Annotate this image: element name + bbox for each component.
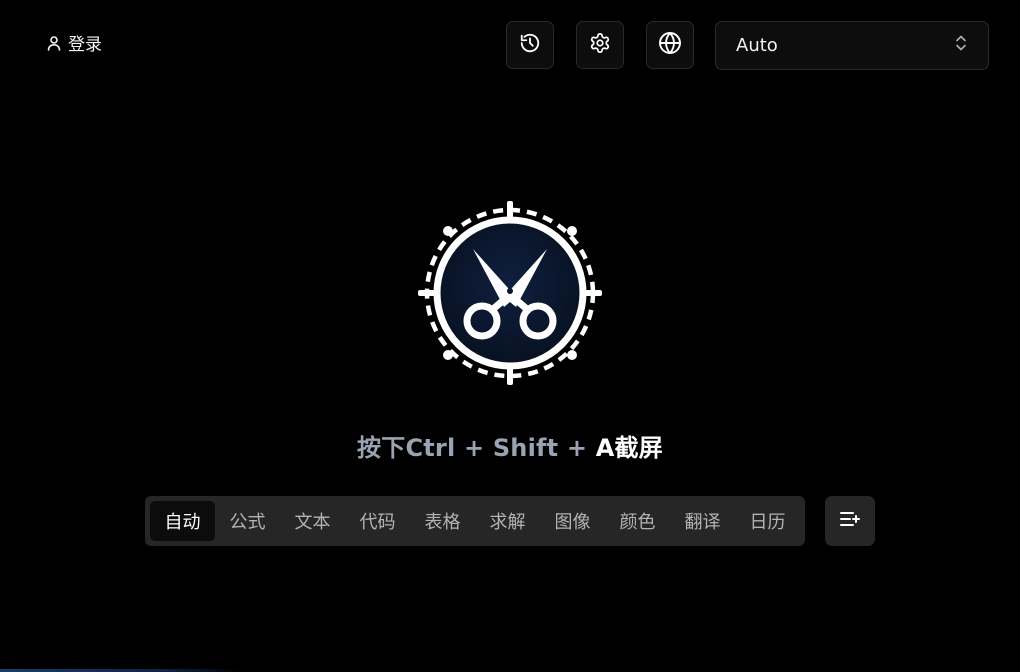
language-button[interactable] <box>646 21 694 69</box>
tab-auto[interactable]: 自动 <box>150 501 215 541</box>
login-link[interactable]: 登录 <box>46 30 102 55</box>
history-icon <box>519 32 541 58</box>
history-button[interactable] <box>506 21 554 69</box>
add-mode-button[interactable] <box>825 496 875 546</box>
shortcut-hint-prefix: 按下Ctrl + Shift + <box>357 434 596 462</box>
globe-icon <box>658 31 682 59</box>
model-select[interactable]: Auto <box>715 21 989 70</box>
shortcut-hint: 按下Ctrl + Shift + A截屏 <box>0 428 1020 463</box>
tab-image[interactable]: 图像 <box>540 501 605 541</box>
settings-button[interactable] <box>576 21 624 69</box>
tab-table[interactable]: 表格 <box>410 501 475 541</box>
tab-formula[interactable]: 公式 <box>215 501 280 541</box>
tab-text[interactable]: 文本 <box>280 501 345 541</box>
model-select-value: Auto <box>736 35 778 56</box>
app-window: 登录 Auto 按下Ctrl + Shift + A截屏 自动 公式 文本 代码… <box>0 0 1020 672</box>
tab-solve[interactable]: 求解 <box>475 501 540 541</box>
mode-tabs: 自动 公式 文本 代码 表格 求解 图像 颜色 翻译 日历 <box>145 496 805 546</box>
gear-icon <box>589 32 611 58</box>
tab-calendar[interactable]: 日历 <box>735 501 800 541</box>
scissors-icon <box>418 201 602 385</box>
shortcut-hint-key: A截屏 <box>595 434 663 462</box>
tab-color[interactable]: 颜色 <box>605 501 670 541</box>
tab-translate[interactable]: 翻译 <box>670 501 735 541</box>
scissors-logo <box>418 201 602 385</box>
tab-code[interactable]: 代码 <box>345 501 410 541</box>
login-label: 登录 <box>68 35 102 55</box>
list-add-icon <box>838 507 862 535</box>
chevron-up-down-icon <box>954 34 968 57</box>
user-icon <box>46 35 62 51</box>
